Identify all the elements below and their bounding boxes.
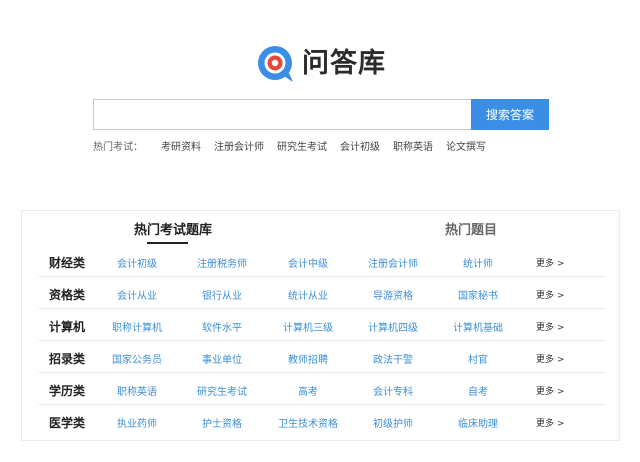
category-list: 财经类 会计初级 注册税务师 会计中级 注册会计师 统计师 更多 > 资格类 会… [38, 245, 606, 437]
category-label: 学历类 [49, 384, 86, 398]
exam-link[interactable]: 临床助理 [435, 415, 521, 430]
exam-link[interactable]: 国家公务员 [94, 351, 180, 366]
category-label: 计算机 [49, 320, 86, 334]
exam-link[interactable]: 注册税务师 [179, 255, 265, 270]
exam-link[interactable]: 会计中级 [265, 255, 351, 270]
exam-link[interactable]: 护士资格 [179, 415, 265, 430]
category-row: 计算机 职称计算机 软件水平 计算机三级 计算机四级 计算机基础 更多 > [38, 309, 606, 341]
exam-link[interactable]: 注册会计师 [350, 255, 436, 270]
exam-link[interactable]: 统计师 [435, 255, 521, 270]
site-logo[interactable]: 问答库 [256, 44, 386, 84]
exam-link[interactable]: 国家秘书 [435, 287, 521, 302]
exam-link[interactable]: 软件水平 [179, 319, 265, 334]
exam-link[interactable]: 事业单位 [179, 351, 265, 366]
exam-link[interactable]: 导游资格 [350, 287, 436, 302]
exam-link[interactable]: 高考 [265, 383, 351, 398]
category-label: 财经类 [49, 256, 86, 270]
hot-exam-link[interactable]: 考研资料 [161, 138, 201, 153]
exam-link[interactable]: 职称英语 [94, 383, 180, 398]
exam-link[interactable]: 执业药师 [94, 415, 180, 430]
exam-link[interactable]: 研究生考试 [179, 383, 265, 398]
logo-text: 问答库 [302, 48, 386, 79]
q-bubble-logo-icon [258, 46, 293, 82]
hot-exam-link[interactable]: 研究生考试 [277, 138, 327, 153]
category-label: 医学类 [49, 416, 86, 430]
exam-link[interactable]: 职称计算机 [94, 319, 180, 334]
more-link[interactable]: 更多 > [536, 384, 564, 397]
hot-exam-link[interactable]: 注册会计师 [214, 138, 264, 153]
exam-link[interactable]: 教师招聘 [265, 351, 351, 366]
category-label: 资格类 [49, 288, 86, 302]
hot-exams-bar: 热门考试： 考研资料 注册会计师 研究生考试 会计初级 职称英语 论文撰写 [93, 138, 499, 153]
category-row: 财经类 会计初级 注册税务师 会计中级 注册会计师 统计师 更多 > [38, 245, 606, 277]
hot-exam-link[interactable]: 职称英语 [393, 138, 433, 153]
exam-link[interactable]: 会计初级 [94, 255, 180, 270]
exam-link[interactable]: 银行从业 [179, 287, 265, 302]
more-link[interactable]: 更多 > [536, 352, 564, 365]
hot-exams-label: 热门考试： [93, 141, 143, 153]
more-link[interactable]: 更多 > [536, 416, 564, 429]
category-row: 招录类 国家公务员 事业单位 教师招聘 政法干警 村官 更多 > [38, 341, 606, 373]
exam-link[interactable]: 统计从业 [265, 287, 351, 302]
exam-link[interactable]: 会计专科 [350, 383, 436, 398]
more-link[interactable]: 更多 > [536, 320, 564, 333]
hot-exam-link[interactable]: 论文撰写 [446, 138, 486, 153]
tab-hot-exam-bank[interactable]: 热门考试题库 [134, 219, 212, 244]
exam-link[interactable]: 政法干警 [350, 351, 436, 366]
hot-exam-link[interactable]: 会计初级 [340, 138, 380, 153]
category-row: 医学类 执业药师 护士资格 卫生技术资格 初级护师 临床助理 更多 > [38, 405, 606, 437]
exam-link[interactable]: 会计从业 [94, 287, 180, 302]
exam-link[interactable]: 卫生技术资格 [265, 415, 351, 430]
search-input[interactable] [93, 99, 471, 130]
category-label: 招录类 [49, 352, 86, 366]
exam-link[interactable]: 计算机基础 [435, 319, 521, 334]
exam-link[interactable]: 计算机四级 [350, 319, 436, 334]
search-button[interactable]: 搜索答案 [471, 99, 549, 130]
exam-link[interactable]: 村官 [435, 351, 521, 366]
category-row: 学历类 职称英语 研究生考试 高考 会计专科 自考 更多 > [38, 373, 606, 405]
exam-link[interactable]: 初级护师 [350, 415, 436, 430]
exam-link[interactable]: 自考 [435, 383, 521, 398]
category-row: 资格类 会计从业 银行从业 统计从业 导游资格 国家秘书 更多 > [38, 277, 606, 309]
exam-link[interactable]: 计算机三级 [265, 319, 351, 334]
more-link[interactable]: 更多 > [536, 288, 564, 301]
more-link[interactable]: 更多 > [536, 256, 564, 269]
exam-bank-panel: 热门考试题库 热门题目 财经类 会计初级 注册税务师 会计中级 注册会计师 统计… [21, 210, 620, 441]
tab-hot-questions[interactable]: 热门题目 [445, 219, 497, 238]
search-bar: 搜索答案 [93, 99, 549, 130]
